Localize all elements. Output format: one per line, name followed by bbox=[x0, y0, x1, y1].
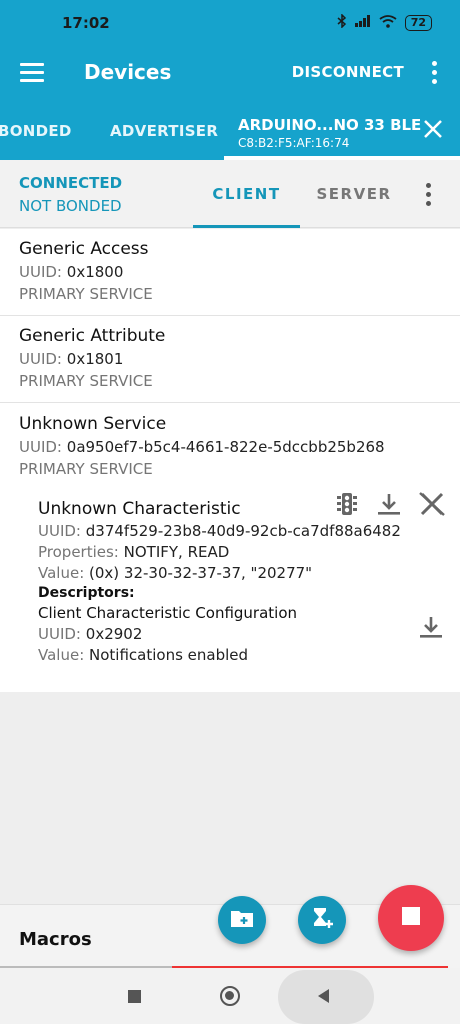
service-type: PRIMARY SERVICE bbox=[19, 460, 153, 478]
descriptor-value: Value: Notifications enabled bbox=[38, 646, 249, 664]
tab-client[interactable]: CLIENT bbox=[193, 160, 300, 228]
service-item[interactable]: Generic Access UUID: 0x1800 PRIMARY SERV… bbox=[19, 239, 153, 307]
system-nav-bar bbox=[0, 968, 460, 1024]
service-uuid: UUID: 0x1801 bbox=[19, 350, 124, 368]
status-bar: 17:02 72 bbox=[0, 0, 460, 46]
descriptor-uuid: UUID: 0x2902 bbox=[38, 625, 143, 643]
descriptor-name: Client Characteristic Configuration bbox=[38, 604, 298, 622]
battery-icon: 72 bbox=[404, 15, 432, 31]
back-icon bbox=[318, 989, 329, 1003]
tab-advertiser[interactable]: ADVERTISER bbox=[110, 122, 218, 140]
service-name: Generic Attribute bbox=[19, 326, 166, 346]
service-type: PRIMARY SERVICE bbox=[19, 285, 153, 303]
tab-bonded[interactable]: BONDED bbox=[0, 122, 72, 140]
notifications-off-icon[interactable] bbox=[418, 491, 446, 521]
divider bbox=[0, 315, 460, 316]
service-type: PRIMARY SERVICE bbox=[19, 372, 153, 390]
overflow-menu-icon[interactable] bbox=[432, 61, 438, 88]
wifi-icon bbox=[379, 14, 397, 32]
stop-icon bbox=[402, 907, 420, 929]
service-uuid: UUID: 0x1800 bbox=[19, 263, 124, 281]
characteristic-item[interactable]: Unknown Characteristic UUID: d374f529-23… bbox=[38, 499, 438, 667]
macros-label: Macros bbox=[19, 929, 92, 950]
status-icons: 72 bbox=[337, 13, 432, 32]
disconnect-button[interactable]: DISCONNECT bbox=[292, 63, 404, 81]
home-icon[interactable] bbox=[220, 986, 240, 1006]
folder-add-icon bbox=[230, 908, 254, 932]
device-name: ARDUINO...NO 33 BLE bbox=[238, 116, 422, 134]
service-list: Generic Access UUID: 0x1800 PRIMARY SERV… bbox=[0, 229, 460, 692]
connection-state: CONNECTED bbox=[19, 174, 123, 192]
connection-bar: CONNECTED NOT BONDED CLIENT SERVER bbox=[0, 160, 460, 228]
hourglass-add-icon bbox=[310, 906, 334, 934]
divider bbox=[0, 402, 460, 403]
tab-device-active[interactable]: ARDUINO...NO 33 BLE C8:B2:F5:AF:16:74 bbox=[224, 102, 460, 160]
service-item[interactable]: Generic Attribute UUID: 0x1801 PRIMARY S… bbox=[19, 326, 165, 394]
menu-icon[interactable] bbox=[20, 63, 44, 83]
download-icon[interactable] bbox=[376, 491, 402, 521]
status-time: 17:02 bbox=[62, 14, 110, 32]
connection-overflow-icon[interactable] bbox=[426, 183, 432, 210]
new-macro-button[interactable] bbox=[298, 896, 346, 944]
service-name: Generic Access bbox=[19, 239, 149, 259]
recents-icon[interactable] bbox=[128, 990, 141, 1003]
device-mac: C8:B2:F5:AF:16:74 bbox=[238, 136, 350, 150]
descriptor-download-icon[interactable] bbox=[418, 614, 444, 644]
service-name: Unknown Service bbox=[19, 414, 167, 434]
stop-recording-button[interactable] bbox=[378, 885, 444, 951]
bond-state: NOT BONDED bbox=[19, 197, 122, 215]
signal-icon bbox=[354, 15, 371, 31]
characteristic-properties: Properties: NOTIFY, READ bbox=[38, 543, 230, 561]
tab-client-label: CLIENT bbox=[212, 185, 281, 203]
characteristic-value: Value: (0x) 32-30-32-37-37, "20277" bbox=[38, 564, 313, 582]
device-tabs: BONDED ADVERTISER ARDUINO...NO 33 BLE C8… bbox=[0, 102, 460, 160]
page-title: Devices bbox=[84, 60, 172, 84]
app-bar: Devices DISCONNECT bbox=[0, 46, 460, 102]
service-item[interactable]: Unknown Service UUID: 0a950ef7-b5c4-4661… bbox=[19, 414, 385, 482]
descriptors-heading: Descriptors: bbox=[38, 585, 135, 601]
service-uuid: UUID: 0a950ef7-b5c4-4661-822e-5dccbb25b2… bbox=[19, 438, 385, 456]
new-folder-button[interactable] bbox=[218, 896, 266, 944]
close-icon[interactable] bbox=[422, 118, 444, 140]
bluetooth-icon bbox=[337, 13, 347, 32]
characteristic-uuid: UUID: d374f529-23b8-40d9-92cb-ca7df88a64… bbox=[38, 522, 401, 540]
tab-server[interactable]: SERVER bbox=[300, 185, 408, 203]
traffic-light-icon[interactable] bbox=[336, 491, 358, 521]
